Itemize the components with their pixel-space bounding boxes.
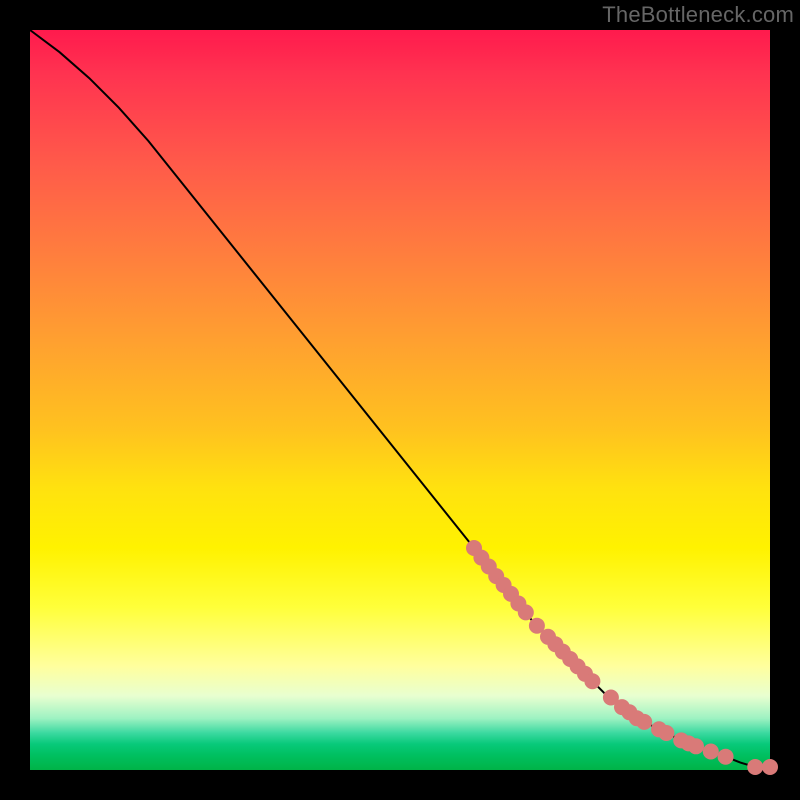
- data-marker: [703, 744, 719, 760]
- watermark-text: TheBottleneck.com: [602, 2, 794, 28]
- data-marker: [718, 749, 734, 765]
- data-markers: [466, 540, 778, 775]
- data-marker: [762, 759, 778, 775]
- plot-area: [30, 30, 770, 770]
- chart-svg: [30, 30, 770, 770]
- data-marker: [636, 714, 652, 730]
- data-curve: [30, 30, 770, 767]
- data-marker: [658, 725, 674, 741]
- chart-frame: TheBottleneck.com: [0, 0, 800, 800]
- data-marker: [584, 673, 600, 689]
- data-marker: [518, 604, 534, 620]
- data-marker: [747, 759, 763, 775]
- data-marker: [688, 738, 704, 754]
